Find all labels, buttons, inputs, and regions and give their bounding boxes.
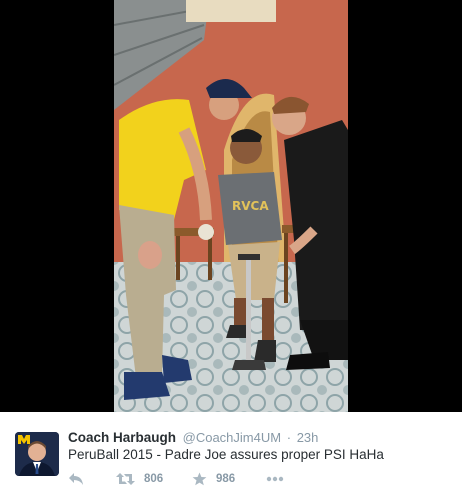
avatar-image <box>15 432 59 476</box>
more-dots-icon <box>266 476 284 482</box>
screen-name[interactable]: @CoachJim4UM <box>183 430 281 445</box>
tweet-actions: 806 986 <box>68 470 428 488</box>
tweet-card: Coach Harbaugh @CoachJim4UM · 23h PeruBa… <box>0 412 462 494</box>
retweet-button[interactable]: 806 <box>116 470 163 488</box>
avatar[interactable] <box>15 432 59 476</box>
display-name[interactable]: Coach Harbaugh <box>68 430 176 445</box>
favorite-button[interactable]: 986 <box>192 470 235 488</box>
svg-text:RVCA: RVCA <box>232 199 269 213</box>
retweet-icon <box>116 473 135 485</box>
tweet-media[interactable]: RVCA <box>0 0 462 412</box>
more-button[interactable] <box>266 470 284 488</box>
tweet-text: PeruBall 2015 - Padre Joe assures proper… <box>68 447 384 462</box>
photo-image: RVCA <box>114 0 348 412</box>
tweet-photo[interactable]: RVCA <box>114 0 348 412</box>
favorite-count: 986 <box>216 473 236 485</box>
retweet-count: 806 <box>144 473 164 485</box>
separator-dot: · <box>286 430 292 445</box>
reply-icon <box>69 473 83 485</box>
tweet-header: Coach Harbaugh @CoachJim4UM · 23h <box>68 430 318 446</box>
star-icon <box>192 472 207 486</box>
reply-button[interactable] <box>68 470 84 488</box>
timestamp[interactable]: 23h <box>297 430 319 445</box>
